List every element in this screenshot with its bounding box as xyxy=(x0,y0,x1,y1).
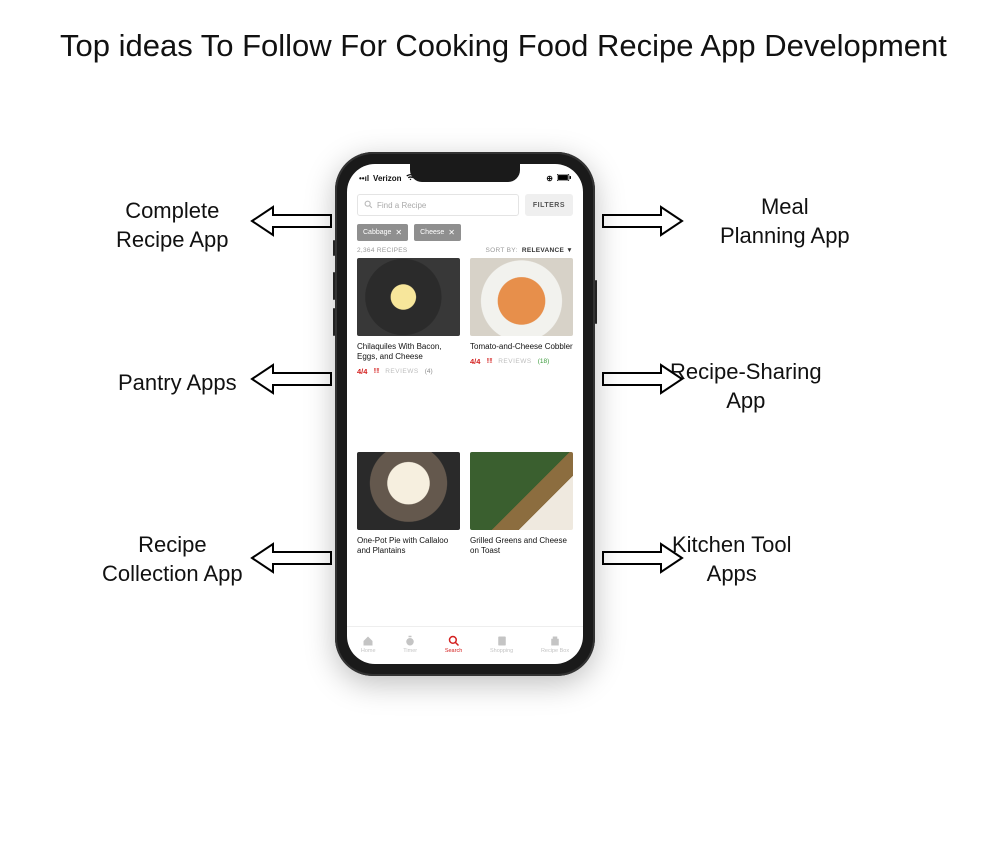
tab-label: Shopping xyxy=(490,648,513,654)
tab-home[interactable]: Home xyxy=(361,635,376,654)
tab-shopping[interactable]: Shopping xyxy=(490,635,513,654)
recipe-title: Chilaquiles With Bacon, Eggs, and Cheese xyxy=(357,342,460,362)
arrow-left-icon xyxy=(249,202,334,240)
recipe-title: Grilled Greens and Cheese on Toast xyxy=(470,536,573,556)
close-icon[interactable]: ✕ xyxy=(448,228,455,237)
reviews-count: (18) xyxy=(538,358,550,365)
reviews-label: REVIEWS xyxy=(498,358,531,365)
tab-label: Timer xyxy=(403,648,417,654)
recipe-image xyxy=(357,452,460,530)
search-icon xyxy=(448,635,460,647)
tab-label: Search xyxy=(445,648,462,654)
silence-switch xyxy=(333,240,335,256)
power-button xyxy=(595,280,597,324)
chip-cabbage[interactable]: Cabbage ✕ xyxy=(357,224,408,241)
tab-bar: Home Timer Search Shopping Recipe Box xyxy=(347,626,583,664)
signal-icon: ••ıl xyxy=(359,174,369,183)
filters-button[interactable]: FILTERS xyxy=(525,194,573,216)
tab-search[interactable]: Search xyxy=(445,635,462,654)
search-input[interactable]: Find a Recipe xyxy=(357,194,519,216)
recipe-image xyxy=(357,258,460,336)
search-icon xyxy=(364,200,373,211)
chip-cheese[interactable]: Cheese ✕ xyxy=(414,224,461,241)
recipe-grid: Chilaquiles With Bacon, Eggs, and Cheese… xyxy=(347,258,583,626)
carrier-label: Verizon xyxy=(373,174,401,183)
forks-icon: !!!! xyxy=(373,368,379,375)
recipe-card[interactable]: Tomato-and-Cheese Cobbler 4/4 !!!! REVIE… xyxy=(470,258,573,442)
recipe-title: Tomato-and-Cheese Cobbler xyxy=(470,342,573,352)
home-icon xyxy=(362,635,374,647)
chip-label: Cabbage xyxy=(363,229,391,236)
notch xyxy=(410,164,520,182)
reviews-count: (4) xyxy=(425,368,433,375)
orientation-lock-icon: ⊕ xyxy=(546,174,553,183)
sort-control[interactable]: SORT BY: RELEVANCE ▼ xyxy=(485,247,573,254)
forks-icon: !!!! xyxy=(486,358,492,365)
label-recipe-sharing-app: Recipe-Sharing App xyxy=(670,358,822,415)
chip-label: Cheese xyxy=(420,229,444,236)
arrow-right-icon xyxy=(600,202,685,240)
recipe-image xyxy=(470,452,573,530)
recipe-image xyxy=(470,258,573,336)
label-recipe-collection-app: Recipe Collection App xyxy=(102,531,243,588)
recipe-card[interactable]: Grilled Greens and Cheese on Toast xyxy=(470,452,573,622)
rating-value: 4/4 xyxy=(357,367,367,376)
tab-label: Recipe Box xyxy=(541,648,569,654)
reviews-label: REVIEWS xyxy=(385,368,418,375)
tab-label: Home xyxy=(361,648,376,654)
filter-chips: Cabbage ✕ Cheese ✕ xyxy=(347,222,583,247)
recipe-box-icon xyxy=(549,635,561,647)
arrow-left-icon xyxy=(249,360,334,398)
arrow-right-icon xyxy=(600,360,685,398)
recipe-title: One-Pot Pie with Callaloo and Plantains xyxy=(357,536,460,556)
volume-up-button xyxy=(333,272,335,300)
close-icon[interactable]: ✕ xyxy=(395,228,402,237)
recipe-card[interactable]: One-Pot Pie with Callaloo and Plantains xyxy=(357,452,460,622)
phone-frame: ••ıl Verizon 11:28 AM ⊕ xyxy=(335,152,595,676)
arrow-left-icon xyxy=(249,539,334,577)
shopping-icon xyxy=(496,635,508,647)
search-placeholder: Find a Recipe xyxy=(377,201,426,210)
recipe-card[interactable]: Chilaquiles With Bacon, Eggs, and Cheese… xyxy=(357,258,460,442)
volume-down-button xyxy=(333,308,335,336)
page-title: Top ideas To Follow For Cooking Food Rec… xyxy=(60,28,947,64)
tab-recipe-box[interactable]: Recipe Box xyxy=(541,635,569,654)
tab-timer[interactable]: Timer xyxy=(403,635,417,654)
timer-icon xyxy=(404,635,416,647)
recipe-count: 2,364 RECIPES xyxy=(357,247,408,254)
label-kitchen-tool-apps: Kitchen Tool Apps xyxy=(672,531,791,588)
arrow-right-icon xyxy=(600,539,685,577)
battery-icon xyxy=(557,174,571,183)
label-pantry-apps: Pantry Apps xyxy=(118,369,237,398)
rating-value: 4/4 xyxy=(470,357,480,366)
label-complete-recipe-app: Complete Recipe App xyxy=(116,197,229,254)
label-meal-planning-app: Meal Planning App xyxy=(720,193,850,250)
